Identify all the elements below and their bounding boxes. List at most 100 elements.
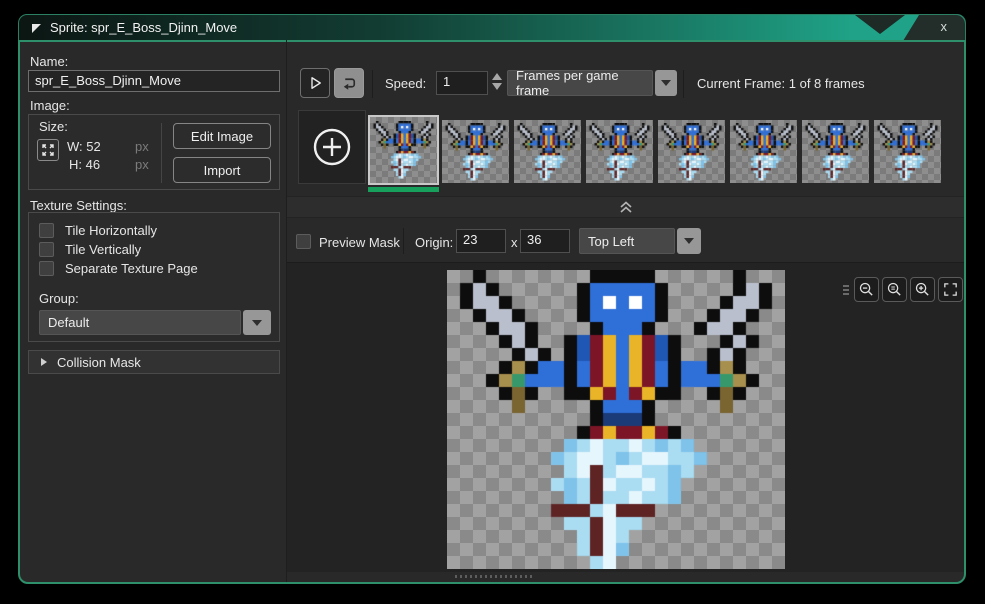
add-frame-button[interactable]: [298, 110, 366, 184]
edit-image-button[interactable]: Edit Image: [173, 123, 271, 149]
sprite-editor-window: Sprite: spr_E_Boss_Djinn_Move x Name: sp…: [18, 14, 966, 584]
frame-thumbnail[interactable]: [368, 115, 439, 185]
tile-vertically-label: Tile Vertically: [65, 242, 141, 257]
frame-thumbnail[interactable]: [802, 120, 869, 183]
name-label: Name:: [30, 54, 68, 69]
origin-multiply-sign: x: [511, 235, 518, 250]
zoom-reset-button[interactable]: [882, 277, 907, 302]
origin-y-input[interactable]: 36: [520, 229, 570, 253]
frame-thumbnail[interactable]: [658, 120, 725, 183]
speed-mode-arrow[interactable]: [655, 70, 677, 96]
stepper-down-icon[interactable]: [492, 83, 502, 90]
loop-toggle-button[interactable]: [334, 68, 364, 98]
fit-to-window-button[interactable]: [938, 277, 963, 302]
width-value: W: 52: [67, 139, 101, 154]
current-frame-text: Current Frame: 1 of 8 frames: [697, 76, 865, 91]
sprite-canvas-area[interactable]: [287, 262, 964, 572]
speed-mode-value[interactable]: Frames per game frame: [507, 70, 653, 96]
origin-preset-dropdown[interactable]: Top Left: [579, 228, 701, 254]
toolbar-grip-icon[interactable]: [843, 285, 849, 295]
frame-thumbnail-image[interactable]: [515, 123, 580, 181]
height-value: H: 46: [69, 157, 100, 172]
preview-mask-label: Preview Mask: [319, 235, 400, 250]
window-resize-handle[interactable]: [455, 575, 533, 578]
sprite-image[interactable]: [447, 270, 785, 569]
size-label: Size:: [39, 119, 68, 134]
group-dropdown-arrow[interactable]: [243, 310, 271, 335]
texture-settings-group: Tile Horizontally Tile Vertically Separa…: [28, 212, 280, 342]
collision-mask-section[interactable]: Collision Mask: [28, 350, 280, 374]
frame-thumbnail-image[interactable]: [875, 123, 940, 181]
play-icon: [306, 74, 324, 92]
texture-settings-label: Texture Settings:: [30, 198, 127, 213]
speed-stepper[interactable]: [492, 73, 502, 90]
close-icon[interactable]: x: [941, 19, 948, 34]
preview-mask-checkbox[interactable]: [296, 234, 311, 249]
frame-thumbnail[interactable]: [514, 120, 581, 183]
name-input[interactable]: spr_E_Boss_Djinn_Move: [28, 70, 280, 92]
frame-thumbnail[interactable]: [586, 120, 653, 183]
zoom-in-button[interactable]: [910, 277, 935, 302]
origin-x-input[interactable]: 23: [456, 229, 506, 253]
separate-texture-page-checkbox[interactable]: [39, 261, 54, 276]
frame-thumbnail[interactable]: [730, 120, 797, 183]
frames-strip: [368, 110, 948, 192]
image-group: Size: W: 52 px H: 46 px Edit Image Impor…: [28, 114, 280, 190]
group-label: Group:: [39, 291, 79, 306]
speed-mode-dropdown[interactable]: Frames per game frame: [507, 70, 677, 96]
speed-label: Speed:: [385, 76, 426, 91]
close-tab[interactable]: x: [903, 15, 965, 41]
collapse-strip[interactable]: [287, 196, 964, 218]
sprite-transparency-checker[interactable]: [447, 270, 785, 569]
import-button[interactable]: Import: [173, 157, 271, 183]
chevron-down-icon: [252, 320, 262, 326]
zoom-toolbar: [843, 277, 963, 302]
frame-thumbnail-image[interactable]: [803, 123, 868, 181]
double-chevron-up-icon: [619, 201, 633, 213]
group-dropdown[interactable]: Default: [39, 310, 271, 335]
selected-frame-underline: [368, 187, 439, 192]
title-bar[interactable]: Sprite: spr_E_Boss_Djinn_Move x: [18, 14, 966, 40]
tile-horizontally-checkbox[interactable]: [39, 223, 54, 238]
titlebar-notch: [855, 15, 905, 34]
frame-thumbnail-image[interactable]: [443, 123, 508, 181]
chevron-down-icon: [661, 80, 671, 86]
plus-circle-icon: [309, 124, 355, 170]
collapse-window-icon[interactable]: [32, 24, 41, 33]
toolbar-separator-2: [683, 70, 684, 98]
zoom-out-button[interactable]: [854, 277, 879, 302]
origin-label: Origin:: [415, 235, 453, 250]
expand-arrows-icon: [41, 143, 55, 157]
image-label: Image:: [30, 98, 70, 113]
origin-preset-value[interactable]: Top Left: [579, 228, 675, 254]
window-title: Sprite: spr_E_Boss_Djinn_Move: [50, 20, 237, 35]
expander-right-icon: [41, 358, 47, 366]
collision-mask-label: Collision Mask: [57, 355, 141, 370]
chevron-down-icon: [684, 238, 694, 244]
separate-texture-page-label: Separate Texture Page: [65, 261, 198, 276]
resize-sprite-button[interactable]: [37, 139, 59, 161]
zoom-in-icon: [914, 281, 931, 298]
width-unit: px: [135, 139, 149, 154]
frame-thumbnail[interactable]: [874, 120, 941, 183]
tile-horizontally-label: Tile Horizontally: [65, 223, 157, 238]
zoom-reset-icon: [886, 281, 903, 298]
toolbar-separator: [372, 70, 373, 98]
origin-separator: [403, 228, 404, 254]
speed-input[interactable]: 1: [436, 71, 488, 95]
frame-thumbnail[interactable]: [442, 120, 509, 183]
frame-thumbnail-image[interactable]: [371, 121, 436, 179]
tile-vertically-checkbox[interactable]: [39, 242, 54, 257]
loop-icon: [340, 74, 358, 92]
frame-thumbnail-image[interactable]: [731, 123, 796, 181]
zoom-out-icon: [858, 281, 875, 298]
origin-preset-arrow[interactable]: [677, 228, 701, 254]
frame-thumbnail-image[interactable]: [587, 123, 652, 181]
frame-thumbnail-image[interactable]: [659, 123, 724, 181]
stepper-up-icon[interactable]: [492, 73, 502, 80]
fit-icon: [942, 281, 959, 298]
height-unit: px: [135, 157, 149, 172]
size-divider: [161, 123, 162, 183]
group-dropdown-value[interactable]: Default: [39, 310, 241, 335]
play-button[interactable]: [300, 68, 330, 98]
